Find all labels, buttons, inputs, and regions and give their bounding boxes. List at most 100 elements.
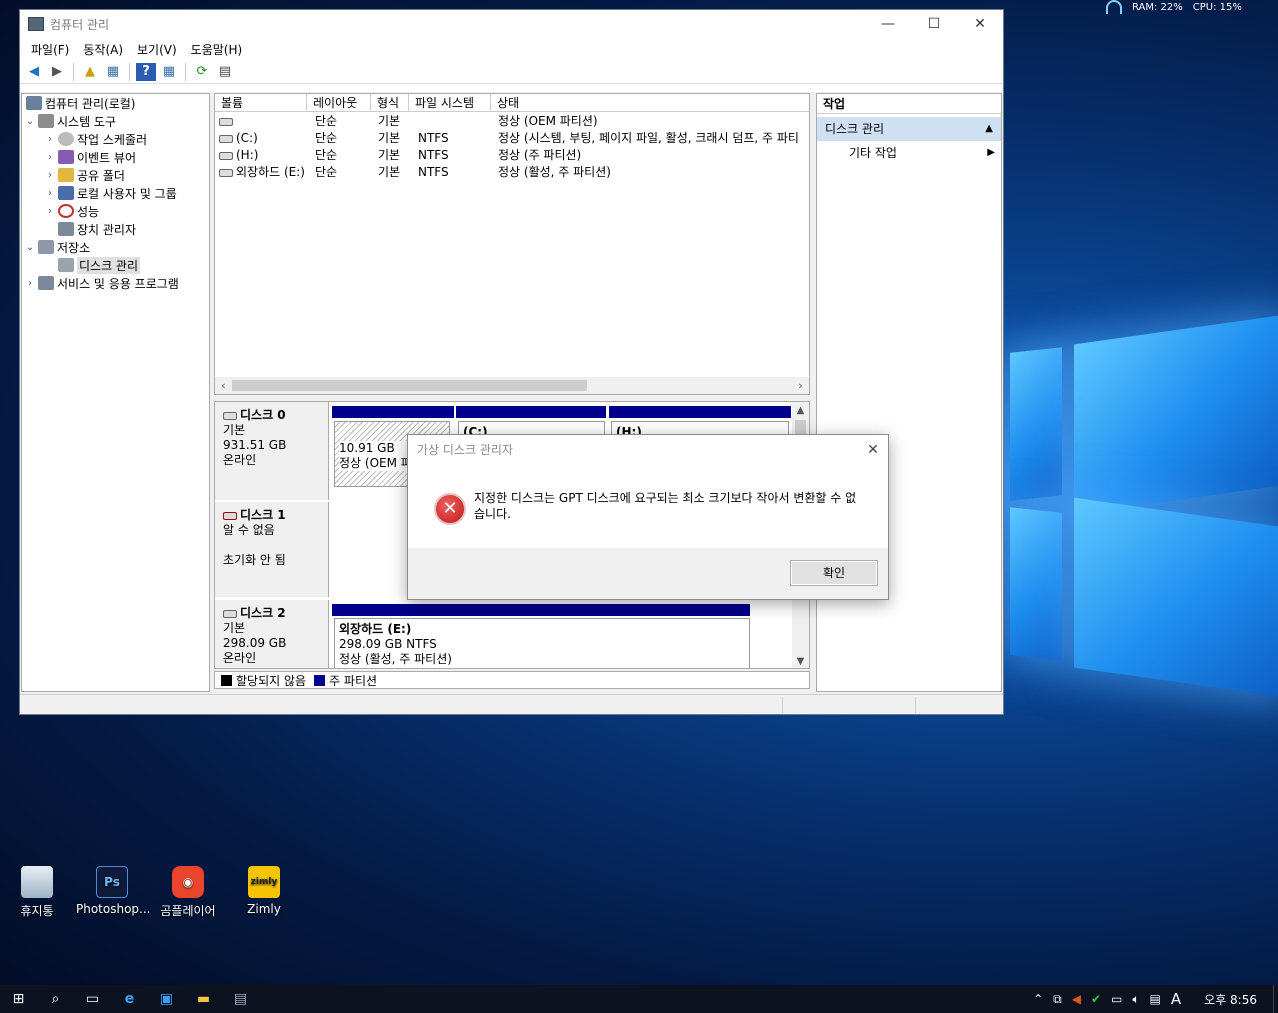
column-file-system[interactable]: 파일 시스템 — [409, 94, 491, 112]
file-explorer-icon[interactable]: ▬ — [185, 985, 222, 1013]
scroll-up-icon[interactable]: ▲ — [792, 402, 809, 419]
tree-item-shared-folders[interactable]: › 공유 폴더 — [44, 166, 125, 184]
back-arrow-icon[interactable]: ◀ — [24, 63, 44, 81]
desktop-icon-recycle-bin[interactable]: 휴지통 — [1, 866, 73, 919]
scrollbar-thumb[interactable] — [232, 380, 587, 391]
partition-bar — [609, 406, 791, 418]
maximize-button[interactable]: ☐ — [911, 10, 957, 38]
computer-management-icon — [28, 17, 44, 31]
disk-icon — [219, 117, 233, 126]
desktop-icon-zimly[interactable]: zimly Zimly — [228, 866, 300, 916]
scroll-right-icon[interactable]: › — [792, 377, 809, 394]
disk-1-label[interactable]: 디스크 1 알 수 없음 초기화 안 됨 — [215, 502, 329, 597]
media-icon[interactable]: ◀ — [1067, 992, 1086, 1006]
disk-2-label[interactable]: 디스크 2 기본 298.09 GB 온라인 — [215, 600, 329, 668]
chevron-right-icon[interactable]: › — [44, 188, 56, 199]
actions-header: 작업 — [817, 94, 1001, 114]
dialog-close-button[interactable]: ✕ — [858, 435, 888, 465]
column-layout[interactable]: 레이아웃 — [307, 94, 371, 112]
gom-player-icon: ◉ — [172, 866, 204, 898]
refresh-icon[interactable]: ⟳ — [192, 63, 212, 81]
network-adapter-icon[interactable]: ⧉ — [1048, 992, 1067, 1007]
ram-usage: RAM: 22% — [1132, 1, 1183, 13]
status-bar — [20, 694, 1003, 714]
table-row[interactable]: 단순 기본 정상 (OEM 파티션) — [215, 113, 809, 130]
forward-arrow-icon[interactable]: ▶ — [47, 63, 67, 81]
chevron-up-icon[interactable]: ⌃ — [1028, 992, 1048, 1006]
menu-action[interactable]: 동작(A) — [76, 41, 130, 58]
disk-0-label[interactable]: 디스크 0 기본 931.51 GB 온라인 — [215, 402, 329, 500]
computer-management-taskbar-icon[interactable]: ▤ — [222, 985, 259, 1013]
show-hide-tree-icon[interactable]: ▦ — [103, 63, 123, 81]
tree-item-local-users[interactable]: › 로컬 사용자 및 그룹 — [44, 184, 177, 202]
tree-item-disk-management[interactable]: 디스크 관리 — [56, 256, 141, 274]
menu-help[interactable]: 도움말(H) — [184, 41, 250, 58]
partition-e[interactable]: 외장하드 (E:) 298.09 GB NTFS 정상 (활성, 주 파티션) — [334, 618, 750, 668]
more-actions-item[interactable]: 기타 작업 ▶ — [817, 141, 1001, 165]
dialog-title-bar[interactable]: 가상 디스크 관리자 ✕ — [408, 435, 888, 465]
chevron-right-icon[interactable]: › — [44, 170, 56, 181]
performance-icon — [58, 204, 74, 218]
task-view-icon[interactable]: ▭ — [74, 985, 111, 1013]
title-bar[interactable]: 컴퓨터 관리 — ☐ ✕ — [20, 10, 1003, 38]
recycle-bin-icon — [21, 866, 53, 898]
services-icon — [38, 276, 54, 290]
shared-folder-icon — [58, 168, 74, 182]
storage-icon — [38, 240, 54, 254]
tree-item-services-apps[interactable]: › 서비스 및 응용 프로그램 — [24, 274, 179, 292]
ok-button[interactable]: 확인 — [790, 560, 878, 586]
desktop-icon-photoshop[interactable]: Ps Photoshop... — [76, 866, 151, 916]
tree-item-storage[interactable]: ⌄ 저장소 — [24, 238, 90, 256]
ime-indicator[interactable]: A — [1166, 990, 1186, 1008]
chevron-right-icon[interactable]: › — [44, 152, 56, 163]
column-status[interactable]: 상태 — [491, 94, 811, 112]
minimize-button[interactable]: — — [865, 10, 911, 38]
search-icon[interactable]: ⌕ — [37, 985, 74, 1013]
photoshop-icon: Ps — [96, 866, 128, 898]
error-icon: ✕ — [434, 493, 466, 525]
column-type[interactable]: 형식 — [371, 94, 409, 112]
menu-view[interactable]: 보기(V) — [130, 41, 184, 58]
collapse-icon[interactable]: ▲ — [985, 117, 993, 141]
internet-explorer-icon[interactable]: e — [111, 985, 148, 1013]
help-icon[interactable]: ? — [136, 62, 156, 81]
table-row[interactable]: (C:) 단순 기본 NTFS 정상 (시스템, 부팅, 페이지 파일, 활성,… — [215, 130, 809, 147]
action-center-icon[interactable]: ▤ — [1145, 992, 1166, 1006]
tree-item-root[interactable]: 컴퓨터 관리(로컬) — [24, 94, 135, 112]
column-volume[interactable]: 볼륨 — [215, 94, 307, 112]
scroll-down-icon[interactable]: ▼ — [792, 653, 809, 668]
show-desktop-button[interactable] — [1273, 985, 1278, 1013]
tree-item-device-manager[interactable]: 장치 관리자 — [56, 220, 136, 238]
chevron-down-icon[interactable]: ⌄ — [24, 116, 36, 127]
tree-item-task-scheduler[interactable]: › 작업 스케줄러 — [44, 130, 147, 148]
tree-item-event-viewer[interactable]: › 이벤트 뷰어 — [44, 148, 136, 166]
chevron-down-icon[interactable]: ⌄ — [24, 242, 36, 253]
chevron-right-icon[interactable]: › — [44, 134, 56, 145]
disk-icon — [219, 151, 233, 160]
error-dialog: 가상 디스크 관리자 ✕ ✕ 지정한 디스크는 GPT 디스크에 요구되는 최소… — [407, 434, 889, 600]
navigation-tree: 컴퓨터 관리(로컬) ⌄ 시스템 도구 › 작업 스케줄러 › 이벤트 뷰어 ›… — [21, 93, 210, 692]
table-row[interactable]: (H:) 단순 기본 NTFS 정상 (주 파티션) — [215, 147, 809, 164]
chevron-right-icon[interactable]: › — [44, 206, 56, 217]
horizontal-scrollbar[interactable]: ‹ › — [215, 377, 809, 394]
show-hide-action-pane-icon[interactable]: ▦ — [159, 63, 179, 81]
properties-icon[interactable]: ▤ — [215, 63, 235, 81]
tree-item-system-tools[interactable]: ⌄ 시스템 도구 — [24, 112, 116, 130]
clock[interactable]: 오후 8:56 — [1186, 991, 1273, 1008]
partition-bar — [456, 406, 606, 418]
tree-item-performance[interactable]: › 성능 — [44, 202, 99, 220]
desktop-icon-gom-player[interactable]: ◉ 곰플레이어 — [152, 866, 224, 919]
volume-icon[interactable]: 🔈︎ — [1127, 992, 1144, 1007]
partition-bar — [332, 406, 454, 418]
chevron-right-icon[interactable]: › — [24, 278, 36, 289]
store-icon[interactable]: ▣ — [148, 985, 185, 1013]
start-button[interactable]: ⊞ — [0, 985, 37, 1013]
actions-section-disk-management[interactable]: 디스크 관리 ▲ — [817, 117, 1001, 141]
up-folder-icon[interactable]: ▲ — [80, 63, 100, 81]
table-row[interactable]: 외장하드 (E:) 단순 기본 NTFS 정상 (활성, 주 파티션) — [215, 164, 809, 181]
security-icon[interactable]: ✔ — [1086, 992, 1106, 1006]
close-button[interactable]: ✕ — [957, 10, 1003, 38]
network-icon[interactable]: ▭ — [1106, 992, 1127, 1006]
menu-file[interactable]: 파일(F) — [24, 41, 76, 58]
scroll-left-icon[interactable]: ‹ — [215, 377, 232, 394]
